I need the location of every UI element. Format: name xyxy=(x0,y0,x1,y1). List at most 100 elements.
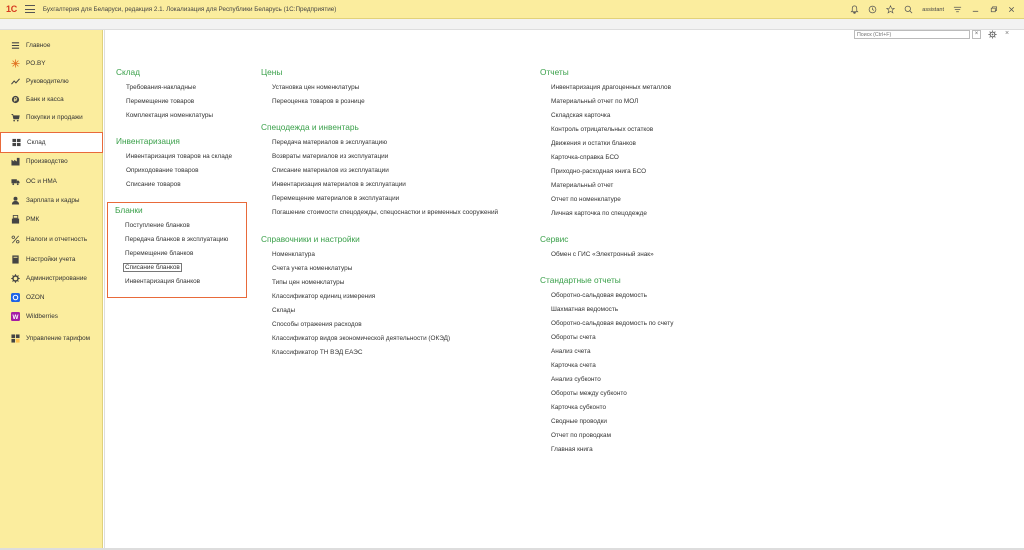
truck-icon xyxy=(10,176,20,186)
link-scheta-ucheta[interactable]: Счета учета номенклатуры xyxy=(272,265,352,272)
sidebar-item-label: PO.BY xyxy=(26,59,46,67)
link-osv[interactable]: Оборотно-сальдовая ведомость xyxy=(551,292,647,299)
sidebar-item-rmk[interactable]: РМК xyxy=(0,210,103,228)
link-prihodno-rashodnaya-kniga[interactable]: Приходно-расходная книга БСО xyxy=(551,168,646,175)
svg-text:₽: ₽ xyxy=(13,97,17,103)
link-materialnyj-otchet-mol[interactable]: Материальный отчет по МОЛ xyxy=(551,98,638,105)
link-skladskaya-kartochka[interactable]: Складская карточка xyxy=(551,112,610,119)
sidebar-item-label: Настройки учета xyxy=(26,255,76,263)
close-window-icon[interactable] xyxy=(1007,5,1016,14)
sidebar-item-label: Производство xyxy=(26,157,68,165)
link-peredacha-blankov[interactable]: Передача бланков в эксплуатацию xyxy=(125,236,228,243)
link-postuplenie-blankov[interactable]: Поступление бланков xyxy=(125,222,190,229)
sidebar-item-label: ОС и НМА xyxy=(26,177,57,185)
link-klassifikator-oked[interactable]: Классификатор видов экономической деятел… xyxy=(272,335,450,342)
link-obmen-gis[interactable]: Обмен с ГИС «Электронный знак» xyxy=(551,251,654,258)
search-icon[interactable] xyxy=(904,5,913,14)
section-title-spravochniki: Справочники и настройки xyxy=(261,234,360,244)
maximize-icon[interactable] xyxy=(989,5,998,14)
link-inventarizaciya-tovarov[interactable]: Инвентаризация товаров на складе xyxy=(126,153,232,160)
link-inventarizaciya-materialov[interactable]: Инвентаризация материалов в эксплуатации xyxy=(272,181,406,188)
link-spisanie-blankov[interactable]: Списание бланков xyxy=(123,263,182,272)
close-icon[interactable]: × xyxy=(1005,30,1013,39)
link-shahmatnaya[interactable]: Шахматная ведомость xyxy=(551,306,618,313)
link-sklady[interactable]: Склады xyxy=(272,307,295,314)
link-peredacha-materialov[interactable]: Передача материалов в эксплуатацию xyxy=(272,139,387,146)
link-peremeshchenie-tovarov[interactable]: Перемещение товаров xyxy=(126,98,194,105)
link-oboroty-scheta[interactable]: Обороты счета xyxy=(551,334,596,341)
sidebar-item-label: Администрирование xyxy=(26,274,87,282)
book-icon xyxy=(10,254,20,264)
link-kartochka-spravka-bso[interactable]: Карточка-справка БСО xyxy=(551,154,619,161)
user-name[interactable]: assistant xyxy=(922,7,944,13)
section-title-inventarizaciya: Инвентаризация xyxy=(116,136,180,146)
link-peremeshchenie-materialov[interactable]: Перемещение материалов в эксплуатации xyxy=(272,195,399,202)
sidebar-item-label: Покупки и продажи xyxy=(26,113,83,121)
sidebar-item-po-by[interactable]: PO.BY xyxy=(0,54,103,72)
link-otchet-po-nomenklature[interactable]: Отчет по номенклатуре xyxy=(551,196,621,203)
link-klassifikator-tnved[interactable]: Классификатор ТН ВЭД ЕАЭС xyxy=(272,349,363,356)
star-icon[interactable] xyxy=(886,5,896,14)
link-materialnyj-otchet[interactable]: Материальный отчет xyxy=(551,182,613,189)
sidebar-item-wildberries[interactable]: W Wildberries xyxy=(0,307,103,325)
link-vozvraty-materialov[interactable]: Возвраты материалов из эксплуатации xyxy=(272,153,388,160)
sidebar-item-production[interactable]: Производство xyxy=(0,152,103,170)
sidebar-item-director[interactable]: Руководителю xyxy=(0,72,103,90)
sidebar-item-os-nma[interactable]: ОС и НМА xyxy=(0,172,103,190)
sidebar-item-taxes[interactable]: Налоги и отчетность xyxy=(0,230,103,248)
sidebar-item-label: Зарплата и кадры xyxy=(26,196,80,204)
link-spisanie-tovarov[interactable]: Списание товаров xyxy=(126,181,181,188)
link-peremeshchenie-blankov[interactable]: Перемещение бланков xyxy=(125,250,193,257)
history-icon[interactable] xyxy=(868,5,877,14)
list-icon xyxy=(10,40,20,50)
menu-icon[interactable] xyxy=(24,5,35,13)
link-pereocenka[interactable]: Переоценка товаров в рознице xyxy=(272,98,365,105)
link-kartochka-subkonto[interactable]: Карточка субконто xyxy=(551,404,606,411)
sidebar-item-bank[interactable]: ₽ Банк и касса xyxy=(0,90,103,108)
ozon-icon xyxy=(10,292,20,302)
link-tipy-cen[interactable]: Типы цен номенклатуры xyxy=(272,279,344,286)
sidebar-item-label: OZON xyxy=(26,293,45,301)
sidebar-item-tariff[interactable]: Управление тарифом xyxy=(0,329,103,347)
link-kontrol-ostatkov[interactable]: Контроль отрицательных остатков xyxy=(551,126,653,133)
sidebar-item-administration[interactable]: Администрирование xyxy=(0,269,103,287)
link-spisanie-materialov[interactable]: Списание материалов из эксплуатации xyxy=(272,167,389,174)
link-klassifikator-edinic[interactable]: Классификатор единиц измерения xyxy=(272,293,375,300)
link-oprihodovanie[interactable]: Оприходование товаров xyxy=(126,167,198,174)
link-analiz-scheta[interactable]: Анализ счета xyxy=(551,348,591,355)
sidebar-item-main[interactable]: Главное xyxy=(0,36,103,54)
section-title-specodezhda: Спецодежда и инвентарь xyxy=(261,122,359,132)
sidebar-item-ozon[interactable]: OZON xyxy=(0,288,103,306)
link-trebovaniya[interactable]: Требования-накладные xyxy=(126,84,196,91)
link-nomenklatura[interactable]: Номенклатура xyxy=(272,251,315,258)
sidebar-item-salary[interactable]: Зарплата и кадры xyxy=(0,191,103,209)
link-pogashenie-stoimosti[interactable]: Погашение стоимости спецодежды, спецосна… xyxy=(272,209,498,216)
search-clear-button[interactable]: × xyxy=(972,30,981,39)
link-inventarizaciya-blankov[interactable]: Инвентаризация бланков xyxy=(125,278,200,285)
gear-icon xyxy=(10,273,20,283)
sidebar-item-warehouse[interactable]: Склад xyxy=(0,132,103,153)
link-otchet-po-provodkam[interactable]: Отчет по проводкам xyxy=(551,432,611,439)
sidebar-item-purchases[interactable]: Покупки и продажи xyxy=(0,108,103,126)
sidebar-item-accounting-settings[interactable]: Настройки учета xyxy=(0,250,103,268)
link-osv-po-schetu[interactable]: Оборотно-сальдовая ведомость по счету xyxy=(551,320,673,327)
link-kartochka-scheta[interactable]: Карточка счета xyxy=(551,362,596,369)
settings-menu-icon[interactable] xyxy=(953,5,962,14)
link-svodnye-provodki[interactable]: Сводные проводки xyxy=(551,418,607,425)
link-dvizheniya-blankov[interactable]: Движения и остатки бланков xyxy=(551,140,636,147)
link-inventarizaciya-dragmetallov[interactable]: Инвентаризация драгоценных металлов xyxy=(551,84,671,91)
link-glavnaya-kniga[interactable]: Главная книга xyxy=(551,446,593,453)
person-icon xyxy=(10,195,20,205)
link-lichnaya-kartochka[interactable]: Личная карточка по спецодежде xyxy=(551,210,647,217)
bell-icon[interactable] xyxy=(850,5,859,14)
link-sposoby-otrazheniya[interactable]: Способы отражения расходов xyxy=(272,321,362,328)
sidebar-item-label: Налоги и отчетность xyxy=(26,235,88,243)
link-komplektaciya[interactable]: Комплектация номенклатуры xyxy=(126,112,213,119)
link-oboroty-mezhdu-subkonto[interactable]: Обороты между субконто xyxy=(551,390,627,397)
link-ustanovka-cen[interactable]: Установка цен номенклатуры xyxy=(272,84,359,91)
minimize-icon[interactable] xyxy=(971,5,980,14)
search-input[interactable] xyxy=(854,30,970,39)
link-analiz-subkonto[interactable]: Анализ субконто xyxy=(551,376,601,383)
gear-icon[interactable] xyxy=(988,30,997,39)
wildberries-icon: W xyxy=(10,311,20,321)
